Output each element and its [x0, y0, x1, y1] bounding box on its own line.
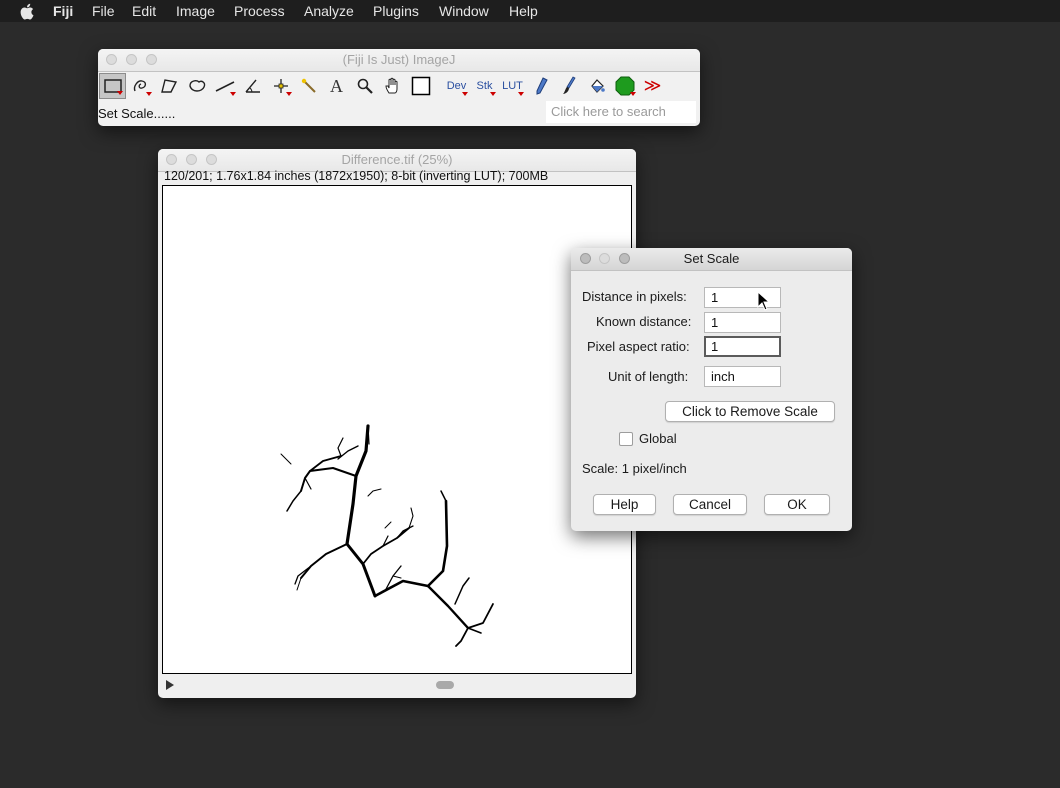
close-window-button[interactable] — [166, 154, 177, 165]
window-title: (Fiji Is Just) ImageJ — [342, 52, 456, 67]
tool-bar: A Dev Stk LUT ≫ — [98, 72, 700, 100]
color-picker-icon[interactable] — [407, 73, 434, 99]
hand-icon[interactable] — [379, 73, 406, 99]
status-text: Set Scale...... — [98, 106, 176, 121]
minimize-window-button[interactable] — [186, 154, 197, 165]
distance-label: Distance in pixels: — [582, 289, 687, 304]
minimize-window-button[interactable] — [599, 253, 610, 264]
known-distance-field[interactable] — [704, 312, 781, 333]
menu-process[interactable]: Process — [234, 3, 285, 19]
zoom-window-button[interactable] — [146, 54, 157, 65]
flood-fill-icon[interactable] — [583, 73, 610, 99]
global-label: Global — [639, 431, 677, 446]
mouse-pointer-icon — [757, 290, 771, 314]
ok-button[interactable]: OK — [764, 494, 830, 515]
menu-bar: Fiji File Edit Image Process Analyze Plu… — [0, 0, 1060, 22]
global-checkbox[interactable] — [619, 432, 633, 446]
dialog-titlebar: Set Scale — [571, 248, 852, 271]
brush-icon[interactable] — [555, 73, 582, 99]
close-window-button[interactable] — [580, 253, 591, 264]
close-window-button[interactable] — [106, 54, 117, 65]
dialog-title: Set Scale — [683, 251, 740, 266]
known-distance-label: Known distance: — [596, 314, 692, 329]
line-icon[interactable] — [211, 73, 238, 99]
menu-analyze[interactable]: Analyze — [304, 3, 354, 19]
window-title: Difference.tif (25%) — [341, 152, 453, 167]
angle-icon[interactable] — [239, 73, 266, 99]
magnifier-icon[interactable] — [351, 73, 378, 99]
menu-edit[interactable]: Edit — [132, 3, 156, 19]
help-button[interactable]: Help — [593, 494, 656, 515]
scale-readout: Scale: 1 pixel/inch — [582, 461, 687, 476]
menu-plugins[interactable]: Plugins — [373, 3, 419, 19]
rectangle-selection-icon[interactable] — [99, 73, 126, 99]
menu-help[interactable]: Help — [509, 3, 538, 19]
cancel-button[interactable]: Cancel — [673, 494, 747, 515]
text-tool-icon[interactable]: A — [323, 73, 350, 99]
search-input[interactable]: Click here to search — [546, 101, 696, 123]
freehand-selection-icon[interactable] — [127, 73, 154, 99]
lut-menu-button[interactable]: LUT — [499, 73, 526, 99]
image-canvas[interactable] — [162, 185, 632, 674]
point-icon[interactable] — [267, 73, 294, 99]
image-info: 120/201; 1.76x1.84 inches (1872x1950); 8… — [164, 169, 549, 183]
pixel-aspect-ratio-field[interactable] — [704, 336, 781, 357]
green-octagon-icon[interactable] — [611, 73, 638, 99]
dev-menu-button[interactable]: Dev — [443, 73, 470, 99]
remove-scale-button[interactable]: Click to Remove Scale — [665, 401, 835, 422]
stk-menu-button[interactable]: Stk — [471, 73, 498, 99]
stack-slider — [158, 677, 636, 695]
oval-selection-icon[interactable] — [183, 73, 210, 99]
play-icon[interactable] — [166, 680, 174, 690]
pencil-icon[interactable] — [527, 73, 554, 99]
vessel-network-image — [280, 424, 494, 647]
zoom-window-button[interactable] — [206, 154, 217, 165]
more-tools-button[interactable]: ≫ — [639, 73, 666, 99]
stack-scrollbar[interactable] — [180, 681, 628, 690]
unit-label: Unit of length: — [608, 369, 689, 384]
apple-icon[interactable] — [20, 3, 36, 23]
image-window: Difference.tif (25%) 120/201; 1.76x1.84 … — [158, 149, 636, 698]
unit-of-length-field[interactable] — [704, 366, 781, 387]
aspect-ratio-label: Pixel aspect ratio: — [587, 339, 690, 354]
menu-fiji[interactable]: Fiji — [53, 3, 73, 19]
polygon-selection-icon[interactable] — [155, 73, 182, 99]
zoom-window-button[interactable] — [619, 253, 630, 264]
set-scale-dialog: Set Scale Distance in pixels: Known dist… — [571, 248, 852, 531]
menu-image[interactable]: Image — [176, 3, 215, 19]
imagej-titlebar: (Fiji Is Just) ImageJ — [98, 49, 700, 72]
scrollbar-thumb[interactable] — [436, 681, 454, 689]
minimize-window-button[interactable] — [126, 54, 137, 65]
menu-file[interactable]: File — [92, 3, 115, 19]
imagej-main-window: (Fiji Is Just) ImageJ A Dev Stk LUT ≫ Se… — [98, 49, 700, 126]
wand-icon[interactable] — [295, 73, 322, 99]
menu-window[interactable]: Window — [439, 3, 489, 19]
